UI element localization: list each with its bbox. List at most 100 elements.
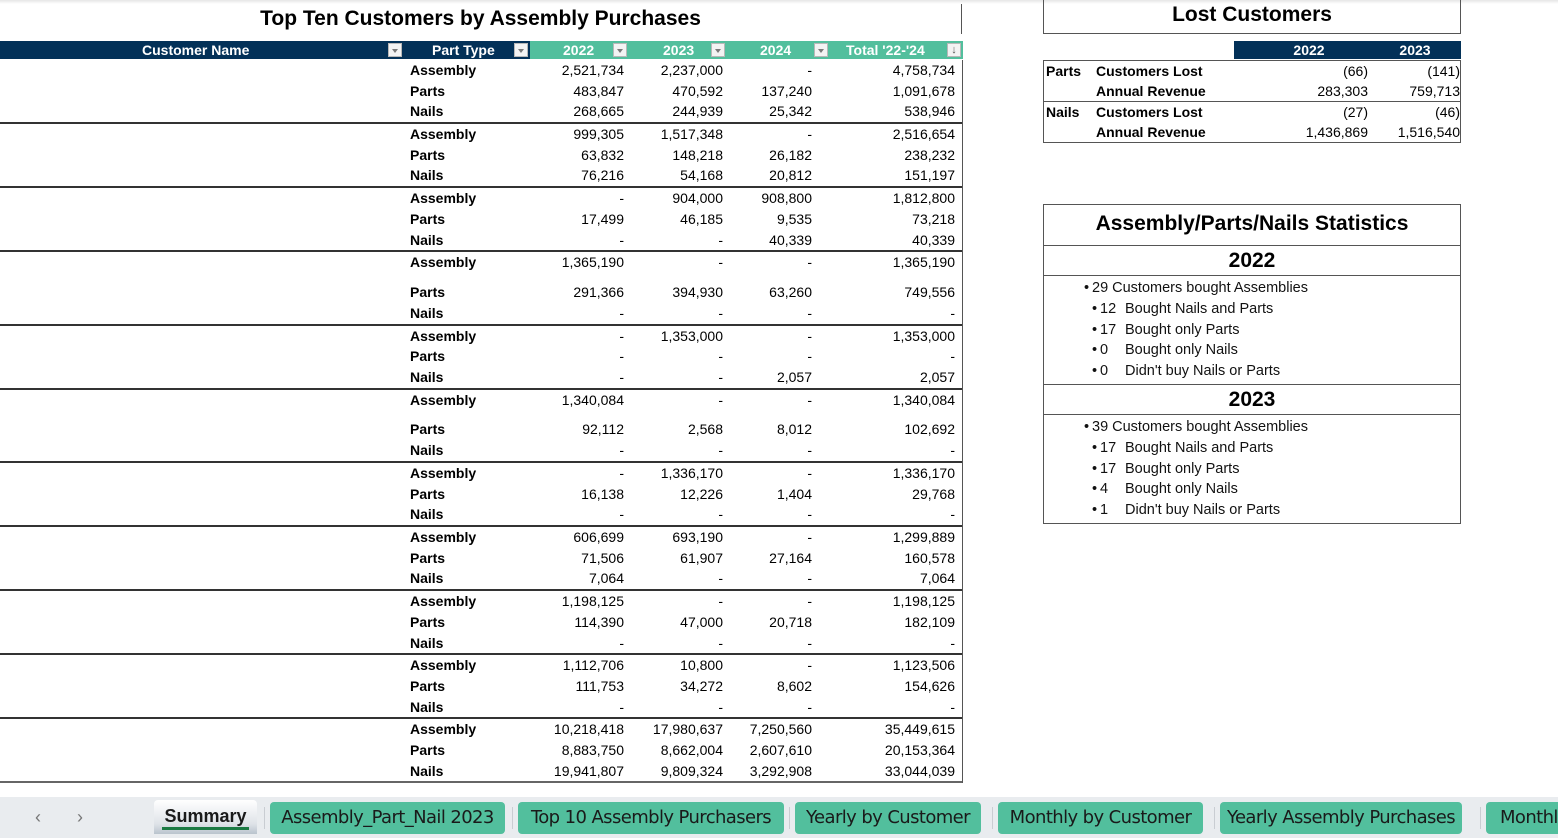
value-2023-cell[interactable]: -	[630, 367, 723, 387]
part-type-cell[interactable]: Assembly	[410, 326, 476, 346]
total-cell[interactable]: 1,123,506	[840, 655, 955, 675]
value-2023-cell[interactable]: 148,218	[630, 145, 723, 165]
value-2024-cell[interactable]: 908,800	[730, 188, 812, 208]
value-2022-cell[interactable]: -	[540, 367, 624, 387]
value-2022-cell[interactable]: -	[540, 303, 624, 323]
scroll-tabs-right-icon[interactable]: ›	[70, 805, 90, 829]
header-2022[interactable]: 2022	[530, 41, 630, 59]
value-2024-cell[interactable]: 8,602	[730, 676, 812, 696]
value-2023-cell[interactable]: -	[630, 252, 723, 272]
lost-value-2022[interactable]: (27)	[1274, 102, 1368, 122]
lost-value-2023[interactable]: 1,516,540	[1374, 122, 1460, 142]
total-cell[interactable]: 73,218	[840, 209, 955, 229]
value-2022-cell[interactable]: -	[540, 633, 624, 653]
value-2024-cell[interactable]: 1,404	[730, 484, 812, 504]
total-cell[interactable]: 1,299,889	[840, 527, 955, 547]
value-2022-cell[interactable]: -	[540, 230, 624, 250]
total-cell[interactable]: 160,578	[840, 548, 955, 568]
header-2024[interactable]: 2024	[730, 41, 830, 59]
value-2023-cell[interactable]: 693,190	[630, 527, 723, 547]
header-customer-name[interactable]: Customer Name	[0, 41, 402, 59]
value-2022-cell[interactable]: 16,138	[540, 484, 624, 504]
total-cell[interactable]: 4,758,734	[840, 60, 955, 80]
value-2023-cell[interactable]: -	[630, 568, 723, 588]
total-cell[interactable]: 35,449,615	[840, 719, 955, 739]
value-2024-cell[interactable]: 20,812	[730, 165, 812, 185]
sheet-tab-yearly-by-customer[interactable]: Yearly by Customer	[795, 802, 981, 834]
total-cell[interactable]: 29,768	[840, 484, 955, 504]
value-2022-cell[interactable]: 8,883,750	[540, 740, 624, 760]
part-type-cell[interactable]: Assembly	[410, 591, 476, 611]
total-cell[interactable]: 1,198,125	[840, 591, 955, 611]
filter-dropdown-icon[interactable]	[388, 43, 402, 57]
value-2024-cell[interactable]: -	[730, 463, 812, 483]
value-2023-cell[interactable]: 12,226	[630, 484, 723, 504]
value-2024-cell[interactable]: -	[730, 697, 812, 717]
value-2023-cell[interactable]: 904,000	[630, 188, 723, 208]
part-type-cell[interactable]: Nails	[410, 440, 443, 460]
value-2024-cell[interactable]: -	[730, 655, 812, 675]
lost-value-2023[interactable]: 759,713	[1374, 81, 1460, 101]
total-cell[interactable]: 238,232	[840, 145, 955, 165]
value-2022-cell[interactable]: -	[540, 440, 624, 460]
total-cell[interactable]: -	[840, 504, 955, 524]
value-2022-cell[interactable]: 606,699	[540, 527, 624, 547]
sheet-tab-summary[interactable]: Summary	[154, 800, 257, 834]
value-2024-cell[interactable]: 7,250,560	[730, 719, 812, 739]
part-type-cell[interactable]: Nails	[410, 101, 443, 121]
total-cell[interactable]: 1,340,084	[840, 390, 955, 410]
value-2022-cell[interactable]: -	[540, 346, 624, 366]
header-2023[interactable]: 2023	[630, 41, 730, 59]
part-type-cell[interactable]: Assembly	[410, 655, 476, 675]
value-2022-cell[interactable]: 1,112,706	[540, 655, 624, 675]
value-2022-cell[interactable]: 17,499	[540, 209, 624, 229]
value-2024-cell[interactable]: 25,342	[730, 101, 812, 121]
value-2024-cell[interactable]: -	[730, 504, 812, 524]
value-2024-cell[interactable]: 9,535	[730, 209, 812, 229]
value-2022-cell[interactable]: 1,365,190	[540, 252, 624, 272]
value-2022-cell[interactable]: 111,753	[540, 676, 624, 696]
value-2024-cell[interactable]: 2,057	[730, 367, 812, 387]
part-type-cell[interactable]: Parts	[410, 81, 445, 101]
value-2023-cell[interactable]: 8,662,004	[630, 740, 723, 760]
part-type-cell[interactable]: Parts	[410, 676, 445, 696]
value-2024-cell[interactable]: 3,292,908	[730, 761, 812, 781]
total-cell[interactable]: 1,091,678	[840, 81, 955, 101]
value-2023-cell[interactable]: -	[630, 346, 723, 366]
part-type-cell[interactable]: Nails	[410, 367, 443, 387]
value-2024-cell[interactable]: 137,240	[730, 81, 812, 101]
value-2023-cell[interactable]: 1,353,000	[630, 326, 723, 346]
sheet-tab-monthly-by-customer[interactable]: Monthly by Customer	[998, 802, 1203, 834]
sort-descending-icon[interactable]: ↓	[947, 43, 961, 57]
lost-value-2023[interactable]: (141)	[1374, 61, 1460, 81]
total-cell[interactable]: 33,044,039	[840, 761, 955, 781]
value-2022-cell[interactable]: 71,506	[540, 548, 624, 568]
header-total[interactable]: Total '22-'24 ↓	[830, 41, 963, 59]
total-cell[interactable]: -	[840, 346, 955, 366]
value-2022-cell[interactable]: 114,390	[540, 612, 624, 632]
total-cell[interactable]: 182,109	[840, 612, 955, 632]
part-type-cell[interactable]: Assembly	[410, 124, 476, 144]
value-2024-cell[interactable]: -	[730, 252, 812, 272]
value-2024-cell[interactable]: 27,164	[730, 548, 812, 568]
value-2022-cell[interactable]: 1,340,084	[540, 390, 624, 410]
part-type-cell[interactable]: Nails	[410, 230, 443, 250]
value-2022-cell[interactable]: 10,218,418	[540, 719, 624, 739]
value-2024-cell[interactable]: 2,607,610	[730, 740, 812, 760]
total-cell[interactable]: 2,516,654	[840, 124, 955, 144]
total-cell[interactable]: -	[840, 633, 955, 653]
value-2024-cell[interactable]: -	[730, 527, 812, 547]
value-2023-cell[interactable]: 61,907	[630, 548, 723, 568]
value-2024-cell[interactable]: 20,718	[730, 612, 812, 632]
part-type-cell[interactable]: Nails	[410, 697, 443, 717]
total-cell[interactable]: 154,626	[840, 676, 955, 696]
lost-value-2022[interactable]: 283,303	[1274, 81, 1368, 101]
part-type-cell[interactable]: Nails	[410, 303, 443, 323]
value-2023-cell[interactable]: -	[630, 591, 723, 611]
total-cell[interactable]: 1,336,170	[840, 463, 955, 483]
value-2023-cell[interactable]: 2,237,000	[630, 60, 723, 80]
value-2023-cell[interactable]: -	[630, 633, 723, 653]
total-cell[interactable]: -	[840, 440, 955, 460]
value-2024-cell[interactable]: -	[730, 633, 812, 653]
value-2024-cell[interactable]: 26,182	[730, 145, 812, 165]
